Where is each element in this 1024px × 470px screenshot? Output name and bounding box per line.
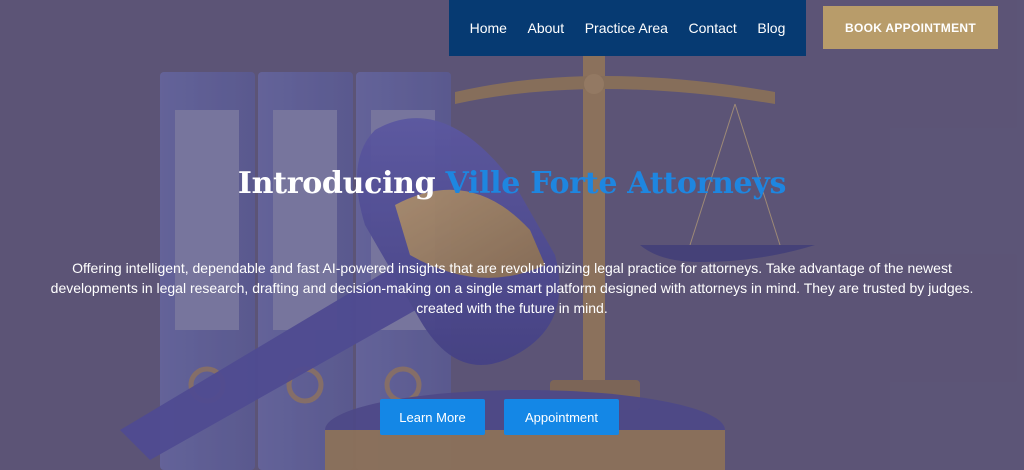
- hero-title-accent: Ville Forte Attorneys: [445, 166, 787, 201]
- hero-title: Introducing Ville Forte Attorneys: [0, 166, 1024, 201]
- nav-practice-area-link[interactable]: Practice Area: [585, 20, 668, 36]
- nav-home-link[interactable]: Home: [470, 20, 507, 36]
- nav-about-link[interactable]: About: [528, 20, 565, 36]
- hero-title-prefix: Introducing: [237, 166, 436, 201]
- learn-more-button[interactable]: Learn More: [380, 399, 485, 435]
- book-appointment-button[interactable]: BOOK APPOINTMENT: [823, 6, 998, 49]
- main-navigation: Home About Practice Area Contact Blog: [449, 0, 806, 56]
- nav-blog-link[interactable]: Blog: [757, 20, 785, 36]
- nav-contact-link[interactable]: Contact: [689, 20, 737, 36]
- hero-description: Offering intelligent, dependable and fas…: [50, 260, 974, 316]
- appointment-button[interactable]: Appointment: [504, 399, 619, 435]
